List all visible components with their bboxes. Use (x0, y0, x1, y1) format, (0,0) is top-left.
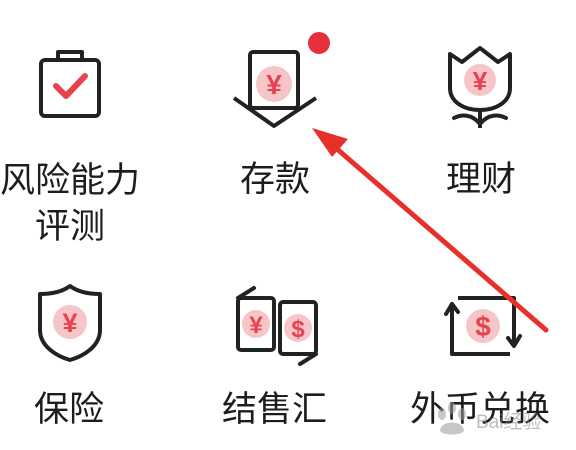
dollar-exchange-icon: $ (444, 284, 524, 364)
svg-text:$: $ (475, 311, 491, 342)
yuan-deposit-icon: ¥ (230, 48, 320, 128)
svg-text:¥: ¥ (266, 69, 282, 100)
watermark-text: Bai经验 (476, 411, 542, 433)
svg-text:$: $ (291, 316, 305, 343)
menu-label-risk-assessment: 风险能力 评测 (0, 161, 141, 247)
svg-text:¥: ¥ (473, 66, 488, 96)
paw-logo-icon (438, 402, 466, 435)
svg-text:¥: ¥ (249, 312, 263, 339)
menu-label-insurance: 保险 (34, 390, 105, 430)
menu-label-wealth-management: 理财 (446, 160, 517, 200)
menu-label-fx-settlement: 结售汇 (222, 390, 328, 430)
watermark: Bai经验 (432, 392, 572, 448)
svg-text:¥: ¥ (62, 308, 77, 338)
notification-badge (308, 32, 330, 54)
yuan-shield-icon: ¥ (34, 282, 106, 364)
menu-label-deposit: 存款 (240, 160, 311, 200)
clipboard-check-icon (36, 48, 106, 120)
menu-item-wealth-management[interactable]: ¥ 理财 (430, 0, 576, 210)
yuan-dollar-exchange-icon: ¥ $ (234, 284, 320, 368)
menu-item-deposit[interactable]: ¥ 存款 (200, 0, 350, 210)
menu-item-risk-assessment[interactable]: 风险能力 评测 (0, 0, 150, 260)
yuan-flower-icon: ¥ (440, 44, 520, 134)
menu-item-insurance[interactable]: ¥ 保险 (20, 270, 150, 440)
menu-item-fx-settlement[interactable]: ¥ $ 结售汇 (200, 270, 360, 440)
